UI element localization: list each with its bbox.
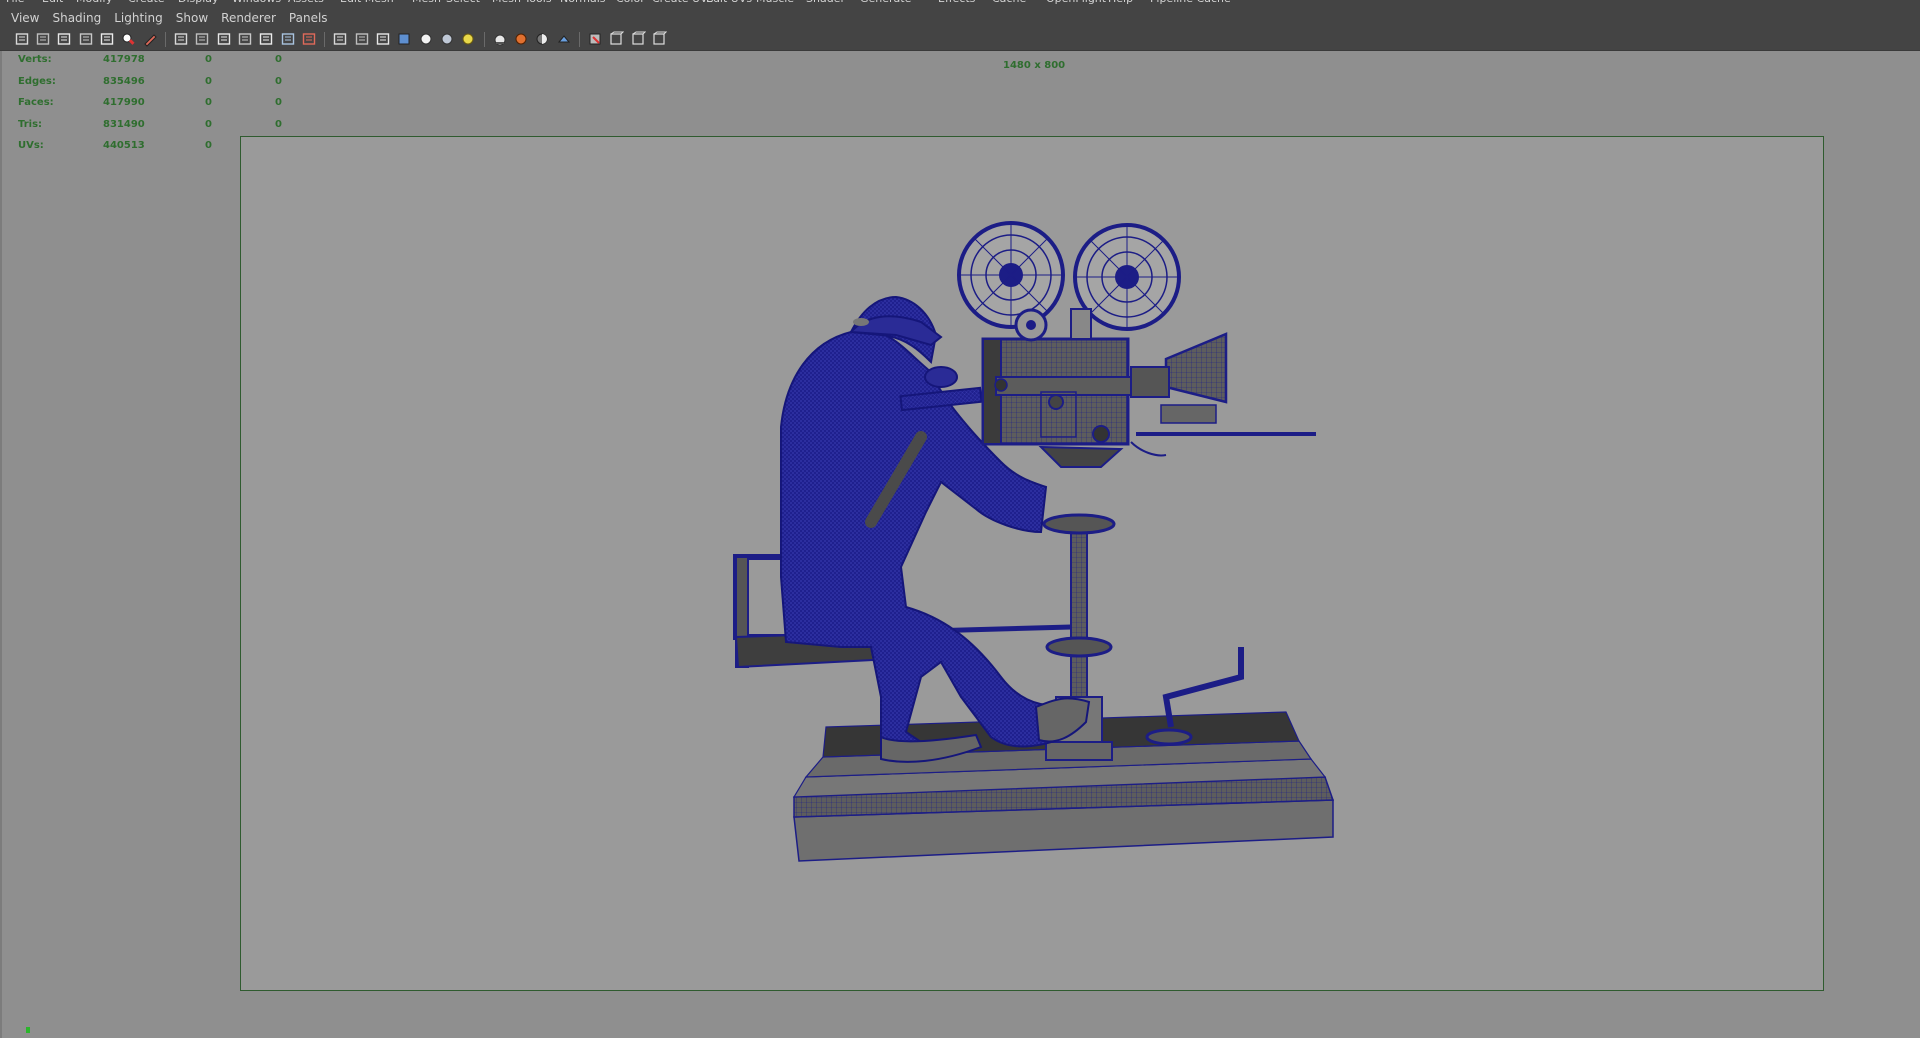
panel-menubar: View Shading Lighting Show Renderer Panels bbox=[0, 8, 1920, 29]
main-menu-item[interactable]: Generate bbox=[860, 0, 911, 5]
xray-joints-icon[interactable] bbox=[513, 31, 529, 47]
motion-blur-icon[interactable] bbox=[608, 31, 624, 47]
hud-label: Verts: bbox=[18, 54, 52, 65]
screen-space-ambient-occlusion-icon[interactable] bbox=[587, 31, 603, 47]
main-menu-item[interactable]: Normals bbox=[560, 0, 606, 5]
lock-camera-icon[interactable] bbox=[35, 31, 51, 47]
hud-label: Faces: bbox=[18, 97, 54, 108]
select-camera-icon[interactable] bbox=[14, 31, 30, 47]
grease-pencil-icon[interactable] bbox=[142, 31, 158, 47]
isolate-select-icon[interactable] bbox=[556, 31, 572, 47]
film-camera bbox=[957, 221, 1316, 468]
hud-selected: 0 bbox=[205, 97, 212, 108]
resolution-gate bbox=[240, 136, 1824, 991]
toolbar-separator bbox=[484, 32, 485, 47]
panel-menu-shading[interactable]: Shading bbox=[52, 8, 101, 29]
main-menu-item[interactable]: Assets bbox=[288, 0, 324, 5]
hud-total: 417978 bbox=[103, 54, 145, 65]
main-menu-item[interactable]: Create bbox=[128, 0, 165, 5]
smooth-shade-icon[interactable] bbox=[354, 31, 370, 47]
main-menubar: File Edit Modify Create Display Windows Assets… bbox=[0, 0, 1920, 8]
hud-selected: 0 bbox=[205, 54, 212, 65]
panel-menu-lighting[interactable]: Lighting bbox=[114, 8, 163, 29]
main-menu-item[interactable]: Windows bbox=[232, 0, 281, 5]
hud-components: 0 bbox=[275, 75, 282, 87]
hud-label: Edges: bbox=[18, 75, 56, 87]
gate-mask-icon[interactable] bbox=[237, 31, 253, 47]
default-lighting-icon[interactable] bbox=[460, 31, 476, 47]
multisample-aa-icon[interactable] bbox=[630, 31, 646, 47]
camera-attributes-icon[interactable] bbox=[56, 31, 72, 47]
safe-title-icon[interactable] bbox=[301, 31, 317, 47]
hud-total: 417990 bbox=[103, 97, 145, 108]
panel-menu-renderer[interactable]: Renderer bbox=[221, 8, 276, 29]
resolution-gate-icon[interactable] bbox=[216, 31, 232, 47]
panel-menu-show[interactable]: Show bbox=[176, 8, 208, 29]
main-menu-item[interactable]: Create UVs bbox=[652, 0, 713, 5]
main-menu-item[interactable]: Cache bbox=[992, 0, 1026, 5]
main-menu-item[interactable]: Modify bbox=[76, 0, 112, 5]
main-menu-item[interactable]: Display bbox=[178, 0, 219, 5]
panel-left-border bbox=[0, 51, 2, 1038]
hud-selected: 0 bbox=[205, 140, 212, 151]
main-menu-item[interactable]: Edit bbox=[42, 0, 63, 5]
use-all-lights-icon[interactable] bbox=[439, 31, 455, 47]
grid-icon[interactable] bbox=[173, 31, 189, 47]
hud-selected: 0 bbox=[205, 118, 212, 130]
two-d-pan-zoom-icon[interactable] bbox=[120, 31, 136, 47]
main-menu-item[interactable]: Shader bbox=[806, 0, 845, 5]
panel-menu-panels[interactable]: Panels bbox=[289, 8, 328, 29]
viewport-panel[interactable]: Verts: 417978 0 0 Edges: 835496 0 0 Faces: 417990… bbox=[0, 51, 1920, 1038]
panel-menu-view[interactable]: View bbox=[11, 8, 39, 29]
main-menu-item[interactable]: Effects bbox=[938, 0, 975, 5]
shadows-icon[interactable] bbox=[418, 31, 434, 47]
wireframe-on-shaded-icon[interactable] bbox=[375, 31, 391, 47]
image-plane-icon[interactable] bbox=[99, 31, 115, 47]
hud-total: 835496 bbox=[103, 75, 145, 87]
left-film-reel bbox=[957, 221, 1065, 329]
main-menu-item[interactable]: Help bbox=[1108, 0, 1133, 5]
hud-label: Tris: bbox=[18, 118, 43, 130]
xray-icon[interactable] bbox=[492, 31, 508, 47]
main-menu-item[interactable]: Edit UVs bbox=[706, 0, 752, 5]
field-chart-icon[interactable] bbox=[258, 31, 274, 47]
film-gate-icon[interactable] bbox=[194, 31, 210, 47]
hud-label: UVs: bbox=[18, 140, 44, 151]
camera-operator-model[interactable] bbox=[241, 137, 1825, 992]
main-menu-item[interactable]: Pipeline Cache bbox=[1150, 0, 1231, 5]
hud-components: 0 bbox=[275, 97, 282, 108]
hud-components: 0 bbox=[275, 118, 282, 130]
hud-selected: 0 bbox=[205, 75, 212, 87]
main-menu-item[interactable]: Edit Mesh bbox=[340, 0, 394, 5]
bookmark-icon[interactable] bbox=[78, 31, 94, 47]
panel-toolbar bbox=[0, 29, 1920, 51]
main-menu-item[interactable]: File bbox=[6, 0, 24, 5]
depth-of-field-icon[interactable] bbox=[651, 31, 667, 47]
view-axis-indicator bbox=[26, 1027, 30, 1033]
toolbar-separator bbox=[324, 32, 325, 47]
wireframe-icon[interactable] bbox=[332, 31, 348, 47]
safe-action-icon[interactable] bbox=[280, 31, 296, 47]
toolbar-separator bbox=[165, 32, 166, 47]
main-menu-item[interactable]: Mesh bbox=[412, 0, 441, 5]
main-menu-item[interactable]: Mesh Tools bbox=[492, 0, 552, 5]
hud-total: 831490 bbox=[103, 118, 145, 130]
hud-total: 440513 bbox=[103, 140, 145, 151]
main-menu-item[interactable]: OpenFlight bbox=[1046, 0, 1106, 5]
main-menu-item[interactable]: Color bbox=[616, 0, 645, 5]
main-menu-item[interactable]: Muscle bbox=[756, 0, 794, 5]
toolbar-separator bbox=[579, 32, 580, 47]
textured-icon[interactable] bbox=[396, 31, 412, 47]
main-menu-item[interactable]: Select bbox=[446, 0, 480, 5]
backface-culling-icon[interactable] bbox=[534, 31, 550, 47]
hud-components: 0 bbox=[275, 54, 282, 65]
resolution-gate-label: 1480 x 800 bbox=[1003, 60, 1066, 71]
